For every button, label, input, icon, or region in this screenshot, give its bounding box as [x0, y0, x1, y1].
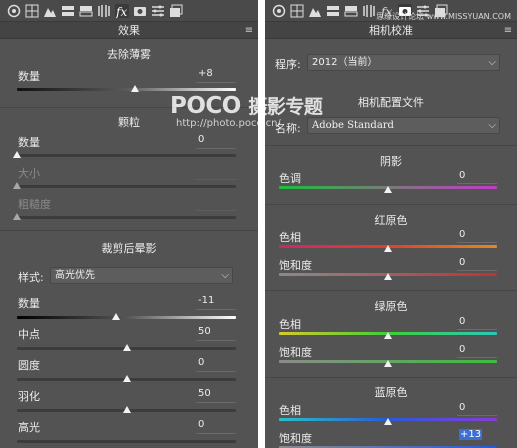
tone-curve-icon[interactable] — [290, 4, 304, 18]
shadows-tint-label: 色调 — [279, 172, 301, 185]
basic-icon[interactable] — [7, 4, 21, 18]
blue-hue-label: 色相 — [279, 404, 301, 417]
hsl-icon[interactable] — [61, 4, 75, 18]
vignette-roundness-value[interactable]: 0 — [198, 357, 204, 368]
red-saturation-value[interactable]: 0 — [459, 257, 465, 268]
dehaze-amount-track[interactable] — [17, 88, 236, 91]
panel-menu-icon[interactable]: ≡ — [503, 22, 513, 39]
svg-text:fx: fx — [115, 5, 127, 18]
chevron-down-icon: ⌵ — [488, 57, 496, 68]
red-saturation-slider[interactable] — [384, 273, 392, 280]
green-saturation-value[interactable]: 0 — [459, 344, 465, 355]
dehaze-amount-slider[interactable] — [131, 85, 140, 92]
vignette-feather-slider[interactable] — [122, 406, 131, 413]
green-saturation-slider[interactable] — [384, 360, 392, 367]
detail-icon[interactable] — [43, 4, 57, 18]
grain-amount-label: 数量 — [18, 136, 40, 149]
panel-title: 效果 — [118, 24, 140, 37]
chevron-down-icon: ⌵ — [221, 270, 229, 281]
grain-roughness-label: 粗糙度 — [18, 198, 51, 211]
panel-toolbar: fx 思缘设计论坛 www.MISSYUAN.COM — [265, 0, 517, 22]
process-label: 程序: — [275, 58, 301, 71]
vignette-midpoint-value[interactable]: 50 — [198, 326, 211, 337]
green-primary-title: 绿原色 — [374, 300, 408, 313]
lens-corrections-icon[interactable] — [362, 4, 376, 18]
chevron-down-icon: ⌵ — [488, 120, 496, 131]
vignette-feather-value[interactable]: 50 — [198, 388, 211, 399]
lens-corrections-icon[interactable] — [97, 4, 111, 18]
effects-panel: fx 效果 ≡ 去除薄雾 数量 +8 颗粒 数量 0 大小 粗糙度 裁剪后晕影 … — [0, 0, 258, 448]
camera-calibration-panel: fx 思缘设计论坛 www.MISSYUAN.COM 相机校准 ≡ 程序: 20… — [265, 0, 517, 448]
grain-roughness-track — [17, 216, 236, 219]
blue-hue-value[interactable]: 0 — [459, 402, 465, 413]
panel-header: 相机校准 ≡ — [265, 22, 517, 39]
red-hue-value[interactable]: 0 — [459, 229, 465, 240]
shadows-tint-slider[interactable] — [384, 186, 392, 193]
presets-icon[interactable] — [151, 4, 165, 18]
basic-icon[interactable] — [272, 4, 286, 18]
vignette-feather-label: 羽化 — [18, 390, 40, 403]
grain-size-label: 大小 — [18, 167, 40, 180]
blue-hue-slider[interactable] — [384, 418, 392, 425]
vignette-style-label: 样式: — [18, 271, 44, 284]
vignette-highlights-track[interactable] — [17, 440, 236, 443]
dehaze-amount-label: 数量 — [18, 70, 40, 83]
grain-title: 颗粒 — [118, 116, 140, 129]
blue-primary-title: 蓝原色 — [374, 386, 408, 399]
red-primary-title: 红原色 — [374, 214, 408, 227]
vignette-amount-label: 数量 — [18, 297, 40, 310]
tone-curve-icon[interactable] — [25, 4, 39, 18]
effects-icon[interactable]: fx — [115, 4, 129, 18]
grain-amount-slider[interactable] — [13, 151, 21, 158]
profile-title: 相机配置文件 — [358, 96, 424, 109]
dehaze-amount-value[interactable]: +8 — [198, 68, 213, 79]
process-value: 2012（当前） — [312, 57, 378, 68]
process-dropdown[interactable]: 2012（当前） ⌵ — [307, 54, 500, 71]
red-hue-slider[interactable] — [384, 245, 392, 252]
camera-calibration-icon[interactable] — [133, 4, 147, 18]
vignette-title: 裁剪后晕影 — [101, 242, 157, 255]
shadows-tint-value[interactable]: 0 — [459, 170, 465, 181]
vignette-highlights-label: 高光 — [18, 421, 40, 434]
vignette-highlights-value[interactable]: 0 — [198, 419, 204, 430]
grain-size-slider — [13, 182, 21, 189]
green-saturation-label: 饱和度 — [279, 346, 312, 359]
vignette-style-dropdown[interactable]: 高光优先 ⌵ — [50, 267, 233, 284]
green-hue-label: 色相 — [279, 318, 301, 331]
vignette-midpoint-slider[interactable] — [122, 344, 131, 351]
dehaze-title: 去除薄雾 — [107, 48, 151, 61]
grain-size-track — [17, 185, 236, 188]
vignette-style-value: 高光优先 — [55, 270, 95, 281]
grain-amount-value[interactable]: 0 — [198, 134, 204, 145]
vignette-amount-track[interactable] — [17, 316, 236, 319]
vignette-midpoint-label: 中点 — [18, 328, 40, 341]
panel-title: 相机校准 — [369, 24, 413, 37]
snapshots-icon[interactable] — [169, 4, 183, 18]
vignette-amount-slider[interactable] — [111, 313, 120, 320]
vignette-roundness-label: 圆度 — [18, 359, 40, 372]
profile-dropdown[interactable]: Adobe Standard ⌵ — [307, 117, 500, 134]
blue-saturation-label: 饱和度 — [279, 432, 312, 445]
blue-saturation-value[interactable]: +13 — [459, 429, 483, 440]
red-hue-label: 色相 — [279, 231, 301, 244]
split-toning-icon[interactable] — [344, 4, 358, 18]
vignette-roundness-slider[interactable] — [122, 375, 131, 382]
panel-header: 效果 ≡ — [0, 22, 258, 39]
vignette-amount-value[interactable]: -11 — [198, 295, 214, 306]
grain-roughness-slider — [13, 213, 21, 220]
red-saturation-label: 饱和度 — [279, 259, 312, 272]
green-hue-value[interactable]: 0 — [459, 316, 465, 327]
grain-amount-track[interactable] — [17, 154, 236, 157]
green-hue-slider[interactable] — [384, 332, 392, 339]
split-toning-icon[interactable] — [79, 4, 93, 18]
profile-label: 名称: — [275, 122, 301, 135]
shadows-title: 阴影 — [380, 155, 402, 168]
panel-menu-icon[interactable]: ≡ — [244, 22, 254, 39]
panel-toolbar: fx — [0, 0, 258, 22]
hsl-icon[interactable] — [326, 4, 340, 18]
credit-text: 思缘设计论坛 www.MISSYUAN.COM — [376, 12, 511, 21]
profile-value: Adobe Standard — [312, 120, 394, 131]
detail-icon[interactable] — [308, 4, 322, 18]
